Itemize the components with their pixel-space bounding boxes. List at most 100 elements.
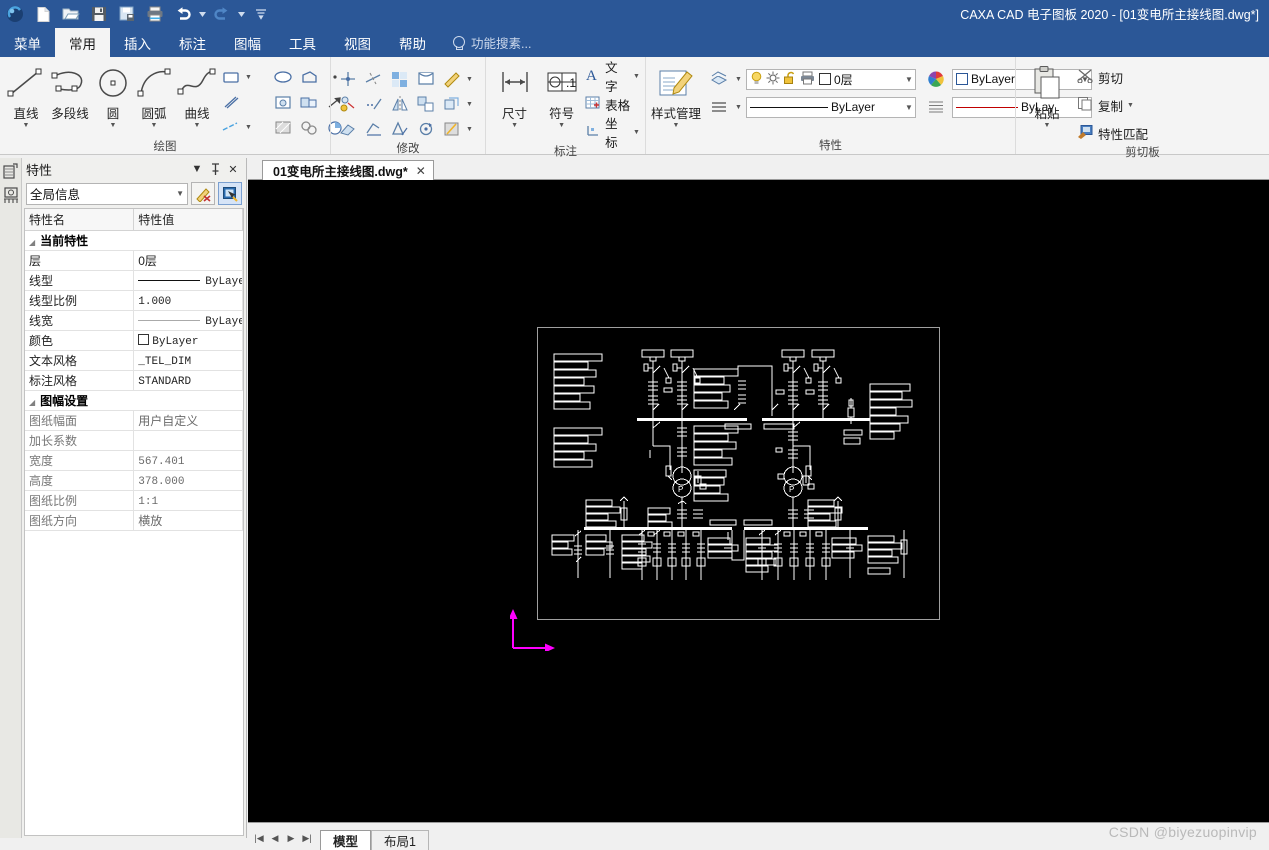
- new-file-icon[interactable]: [30, 2, 56, 26]
- text-button[interactable]: A 文字 ▼: [585, 61, 640, 94]
- app-logo-icon[interactable]: [2, 2, 28, 26]
- tab-annotation[interactable]: 标注: [165, 28, 220, 57]
- first-sheet-button[interactable]: |◀: [252, 831, 266, 845]
- property-value-extend-factor[interactable]: [133, 430, 243, 451]
- image-frame-icon[interactable]: [271, 90, 295, 114]
- hatch-fill-icon[interactable]: [271, 115, 295, 139]
- table-row[interactable]: 高度 378.000: [25, 470, 243, 491]
- coordinate-caret-icon[interactable]: ▼: [633, 129, 640, 136]
- drawing-library-rail-icon[interactable]: [2, 185, 20, 205]
- table-row[interactable]: 线型 ByLayer: [25, 270, 243, 291]
- table-row[interactable]: 图纸方向 横放: [25, 510, 243, 531]
- erase-icon[interactable]: [336, 117, 360, 141]
- redo-icon[interactable]: [209, 2, 235, 26]
- document-tab[interactable]: 01变电所主接线图.dwg* ✕: [262, 160, 434, 180]
- property-value-linetype-scale[interactable]: 1.000: [133, 290, 243, 311]
- draw-circle-button[interactable]: 圆 ▼: [93, 61, 133, 129]
- draw-line-caret-icon[interactable]: ▼: [23, 122, 30, 129]
- sheet-tab-model[interactable]: 模型: [320, 830, 372, 850]
- tab-common[interactable]: 常用: [55, 28, 110, 57]
- panel-close-button[interactable]: ✕: [224, 160, 242, 178]
- symbol-button[interactable]: .1 符号 ▼: [538, 61, 585, 129]
- centerline-icon[interactable]: [219, 115, 243, 139]
- cut-button[interactable]: 剪切: [1077, 65, 1148, 89]
- feature-search[interactable]: 功能搜素...: [452, 28, 531, 57]
- table-row[interactable]: 颜色 ByLayer: [25, 330, 243, 351]
- modify-dropdown-1-caret-icon[interactable]: ▼: [466, 76, 473, 83]
- table-row[interactable]: 层 0层: [25, 250, 243, 271]
- print-icon[interactable]: [142, 2, 168, 26]
- property-value-dim-style[interactable]: STANDARD: [133, 370, 243, 391]
- table-row[interactable]: 宽度 567.401: [25, 450, 243, 471]
- table-row[interactable]: 图纸比例 1:1: [25, 490, 243, 511]
- paste-button[interactable]: 粘贴 ▼: [1021, 61, 1073, 129]
- copy-caret-icon[interactable]: ▼: [1127, 102, 1134, 109]
- table-row[interactable]: 加长系数: [25, 430, 243, 451]
- redo-dropdown-caret-icon[interactable]: [237, 2, 246, 26]
- lamp-icon[interactable]: [750, 71, 763, 88]
- array-icon[interactable]: [388, 67, 412, 91]
- tab-view[interactable]: 视图: [330, 28, 385, 57]
- draw-spline-button[interactable]: 曲线 ▼: [175, 61, 219, 129]
- linetype-manager-caret-icon[interactable]: ▼: [735, 104, 742, 111]
- edit-hatch-icon[interactable]: [440, 117, 464, 141]
- mirror-icon[interactable]: [388, 92, 412, 116]
- tab-help[interactable]: 帮助: [385, 28, 440, 57]
- properties-rail-icon[interactable]: [2, 162, 20, 182]
- rotate-icon[interactable]: [414, 117, 438, 141]
- prev-sheet-button[interactable]: ◀: [268, 831, 282, 845]
- close-icon[interactable]: ✕: [416, 164, 426, 178]
- layer-combo[interactable]: 0层 ▼: [745, 68, 916, 90]
- property-value-lineweight[interactable]: ByLayer: [133, 310, 243, 331]
- linetype-combo-caret-icon[interactable]: ▼: [901, 103, 913, 112]
- dimension-button[interactable]: 尺寸 ▼: [491, 61, 538, 129]
- explode-icon[interactable]: [440, 92, 464, 116]
- style-manager-caret-icon[interactable]: ▼: [673, 122, 680, 129]
- property-value-color[interactable]: ByLayer: [133, 330, 243, 351]
- trim-icon[interactable]: [414, 67, 438, 91]
- sun-icon[interactable]: [766, 71, 780, 88]
- block-icon[interactable]: [297, 90, 321, 114]
- copy-button[interactable]: 复制 ▼: [1077, 93, 1148, 117]
- layer-manager-caret-icon[interactable]: ▼: [735, 76, 742, 83]
- color-wheel-icon[interactable]: [924, 67, 948, 91]
- save-icon[interactable]: [86, 2, 112, 26]
- drawing-canvas[interactable]: P P: [248, 180, 1269, 822]
- property-value-paper-scale[interactable]: 1:1: [133, 490, 243, 511]
- rectangle-icon[interactable]: [219, 65, 243, 89]
- customize-qat-icon[interactable]: [248, 2, 274, 26]
- modify-dropdown-2-caret-icon[interactable]: ▼: [466, 101, 473, 108]
- tab-tools[interactable]: 工具: [275, 28, 330, 57]
- property-value-paper-size[interactable]: 用户自定义: [133, 410, 243, 431]
- table-row[interactable]: 线型比例 1.000: [25, 290, 243, 311]
- copy-move-icon[interactable]: [336, 92, 360, 116]
- panel-pin-button[interactable]: [206, 160, 224, 178]
- puzzle-icon[interactable]: [297, 115, 321, 139]
- layer-combo-caret-icon[interactable]: ▼: [901, 75, 913, 84]
- undo-icon[interactable]: [170, 2, 196, 26]
- style-manager-button[interactable]: 样式管理 ▼: [651, 61, 701, 129]
- move-icon[interactable]: [336, 67, 360, 91]
- linetype-combo[interactable]: ByLayer ▼: [745, 96, 916, 118]
- tab-sheet[interactable]: 图幅: [220, 28, 275, 57]
- offset-icon[interactable]: [388, 117, 412, 141]
- dimension-caret-icon[interactable]: ▼: [511, 122, 518, 129]
- draw-line-button[interactable]: 直线 ▼: [5, 61, 47, 129]
- edit-pencil-icon[interactable]: [440, 67, 464, 91]
- clear-selection-button[interactable]: [191, 182, 215, 205]
- draw-polyline-button[interactable]: 多段线: [47, 61, 93, 122]
- pick-object-button[interactable]: [218, 182, 242, 205]
- property-value-width[interactable]: 567.401: [133, 450, 243, 471]
- last-sheet-button[interactable]: ▶|: [300, 831, 314, 845]
- coordinate-button[interactable]: 坐标 ▼: [585, 117, 640, 150]
- linetype-manager-icon[interactable]: [707, 95, 731, 119]
- centerline-dropdown-caret-icon[interactable]: ▼: [245, 124, 269, 131]
- break-icon[interactable]: [414, 92, 438, 116]
- draw-arc-button[interactable]: 圆弧 ▼: [133, 61, 175, 129]
- print-layer-icon[interactable]: [800, 71, 816, 88]
- draw-spline-caret-icon[interactable]: ▼: [194, 122, 201, 129]
- table-row[interactable]: 线宽 ByLayer: [25, 310, 243, 331]
- property-group-current[interactable]: ◢ 当前特性: [25, 230, 243, 251]
- layer-color-box-icon[interactable]: [818, 73, 831, 85]
- match-properties-button[interactable]: 特性匹配: [1077, 121, 1148, 145]
